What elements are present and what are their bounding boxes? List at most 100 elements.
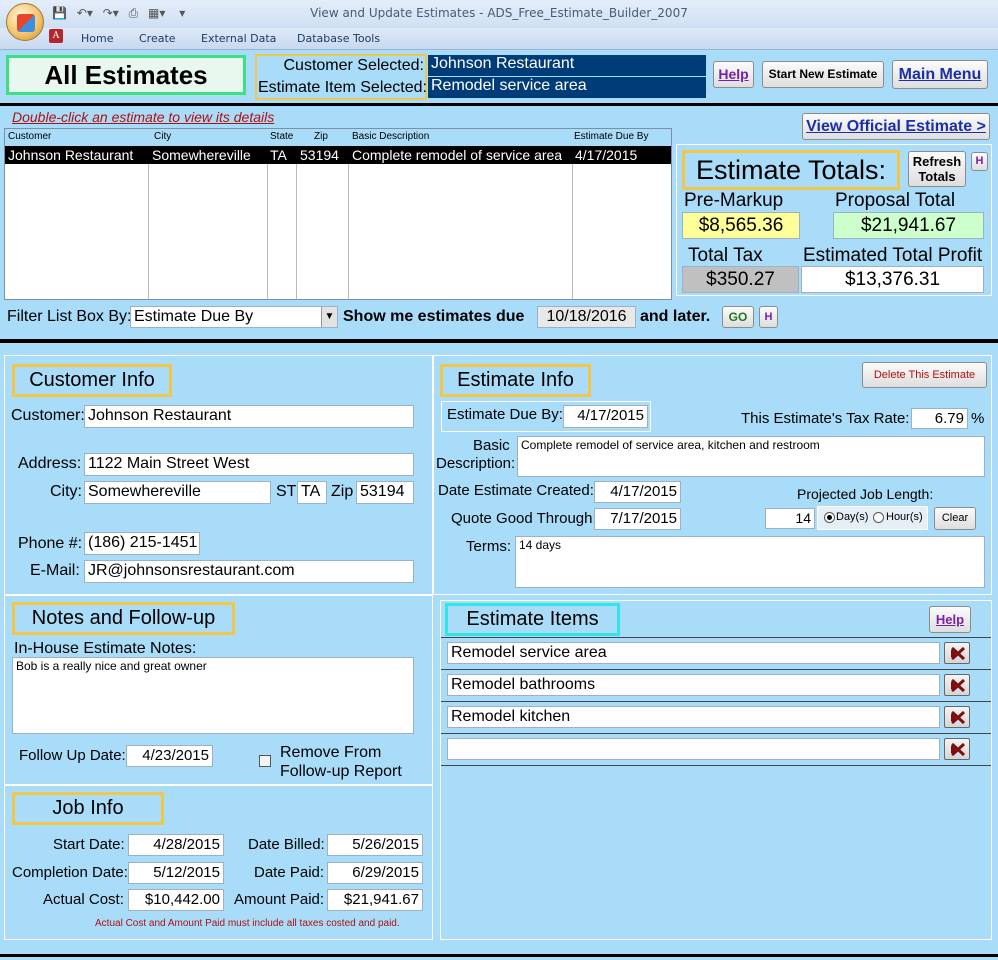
remove-followup-label-2: Follow-up Report	[280, 763, 402, 780]
delete-item-button-1[interactable]	[944, 642, 970, 664]
date-billed-field[interactable]: 5/26/2015	[327, 834, 423, 856]
due-by-field[interactable]: 4/17/2015	[563, 405, 648, 428]
zip-label: Zip	[331, 483, 354, 500]
email-label: E-Mail:	[30, 562, 80, 579]
basic-label: Basic	[473, 437, 510, 454]
footer-divider	[0, 954, 998, 957]
email-field[interactable]: JR@johnsonsrestaurant.com	[84, 560, 414, 583]
col-city: City	[154, 131, 172, 142]
description-label: Description:	[436, 455, 516, 472]
col-divider	[572, 146, 573, 299]
chevron-down-icon[interactable]: ▼	[321, 307, 337, 327]
view-icon[interactable]: ▦▾	[148, 6, 165, 20]
help-button[interactable]: Help	[713, 61, 754, 88]
city-field[interactable]: Somewhereville	[84, 481, 271, 504]
date-paid-label: Date Paid:	[254, 864, 325, 881]
delete-item-button-new[interactable]	[944, 738, 970, 760]
delete-item-button-2[interactable]	[944, 674, 970, 696]
save-icon[interactable]: 💾	[52, 6, 67, 20]
access-icon: A	[49, 29, 63, 43]
cell-zip: 53194	[300, 147, 339, 163]
date-billed-label: Date Billed:	[248, 836, 325, 853]
tab-create[interactable]: Create	[139, 32, 176, 45]
estimate-item-field-3[interactable]: Remodel kitchen	[447, 706, 940, 728]
estimate-item-field-new[interactable]	[447, 738, 940, 760]
job-length-label: Projected Job Length:	[797, 486, 934, 502]
main-menu-button[interactable]: Main Menu	[892, 60, 988, 89]
start-date-label: Start Date:	[53, 836, 125, 853]
date-paid-field[interactable]: 6/29/2015	[327, 862, 423, 884]
delete-x-icon	[950, 646, 966, 661]
tab-home[interactable]: Home	[81, 32, 113, 45]
estimate-item-field-1[interactable]: Remodel service area	[447, 642, 940, 664]
and-later-label: and later.	[640, 308, 711, 325]
terms-field[interactable]: 14 days	[515, 536, 985, 588]
col-divider	[267, 146, 268, 299]
totals-h-button[interactable]: H	[971, 152, 988, 171]
filter-date-input[interactable]: 10/18/2016	[537, 306, 636, 328]
customize-qat-icon[interactable]: ▾	[179, 6, 185, 20]
actual-cost-field[interactable]: $10,442.00	[128, 889, 224, 911]
start-new-estimate-button[interactable]: Start New Estimate	[762, 61, 884, 88]
address-field[interactable]: 1122 Main Street West	[84, 453, 414, 476]
start-date-field[interactable]: 4/28/2015	[128, 834, 224, 856]
tax-rate-field[interactable]: 6.79	[911, 408, 968, 429]
customer-field[interactable]: Johnson Restaurant	[84, 405, 414, 428]
delete-estimate-button[interactable]: Delete This Estimate	[862, 362, 987, 388]
amount-paid-field[interactable]: $21,941.67	[327, 889, 423, 911]
list-header	[5, 129, 671, 146]
items-help-button[interactable]: Help	[929, 606, 971, 633]
estimate-item-field-2[interactable]: Remodel bathrooms	[447, 674, 940, 696]
state-label: ST	[276, 483, 297, 500]
customer-label: Customer:	[11, 407, 85, 424]
filter-h-button[interactable]: H	[759, 306, 778, 328]
amount-paid-label: Amount Paid:	[234, 891, 325, 908]
refresh-totals-button[interactable]: Refresh Totals	[908, 151, 966, 187]
tab-external-data[interactable]: External Data	[201, 32, 276, 45]
hours-radio[interactable]	[873, 512, 884, 523]
description-field[interactable]: Complete remodel of service area, kitche…	[517, 436, 985, 477]
col-basic-description: Basic Description	[352, 131, 430, 142]
customer-selected-value: Johnson Restaurant	[428, 55, 706, 76]
tab-database-tools[interactable]: Database Tools	[297, 32, 380, 45]
cell-city: Somewhereville	[152, 147, 251, 163]
followup-date-field[interactable]: 4/23/2015	[126, 745, 213, 767]
days-radio[interactable]	[824, 512, 835, 523]
good-through-field[interactable]: 7/17/2015	[594, 508, 681, 530]
hours-label: Hour(s)	[886, 511, 923, 523]
cell-basic-description: Complete remodel of service area	[352, 147, 563, 163]
office-button[interactable]	[6, 3, 44, 41]
view-official-estimate-button[interactable]: View Official Estimate >	[802, 113, 990, 140]
estimates-list[interactable]: Customer City State Zip Basic Descriptio…	[4, 128, 672, 300]
job-length-field[interactable]: 14	[765, 508, 815, 529]
quick-access-toolbar: 💾 ↶▾ ↷▾ ⎙ ▦▾ ▾	[52, 6, 185, 21]
table-row[interactable]: Johnson Restaurant Somewhereville TA 531…	[5, 146, 671, 164]
phone-field[interactable]: (186) 215-1451	[84, 532, 200, 555]
due-by-label: Estimate Due By:	[447, 406, 563, 423]
filter-select[interactable]: Estimate Due By ▼	[130, 306, 338, 328]
cell-state: TA	[270, 147, 287, 163]
completion-date-field[interactable]: 5/12/2015	[128, 862, 224, 884]
redo-icon[interactable]: ↷▾	[103, 6, 119, 20]
clear-button[interactable]: Clear	[934, 507, 976, 530]
item-row-divider	[441, 669, 991, 670]
delete-x-icon	[950, 710, 966, 725]
estimate-info-title: Estimate Info	[440, 364, 591, 397]
delete-x-icon	[950, 742, 966, 757]
pre-markup-label: Pre-Markup	[684, 190, 784, 211]
good-through-label: Quote Good Through:	[451, 510, 597, 527]
state-field[interactable]: TA	[297, 481, 327, 504]
inhouse-notes-field[interactable]: Bob is a really nice and great owner	[12, 657, 414, 734]
totals-title: Estimate Totals:	[682, 150, 900, 190]
print-icon[interactable]: ⎙	[129, 6, 139, 20]
remove-followup-checkbox[interactable]	[259, 755, 271, 767]
delete-item-button-3[interactable]	[944, 706, 970, 728]
proposal-total-value: $21,941.67	[833, 212, 984, 239]
followup-date-label: Follow Up Date:	[19, 747, 126, 764]
zip-field[interactable]: 53194	[356, 481, 414, 504]
undo-icon[interactable]: ↶▾	[77, 6, 93, 20]
col-divider	[148, 146, 149, 299]
date-created-field[interactable]: 4/17/2015	[594, 481, 681, 503]
estimated-profit-label: Estimated Total Profit	[803, 245, 983, 266]
go-button[interactable]: GO	[722, 306, 754, 328]
